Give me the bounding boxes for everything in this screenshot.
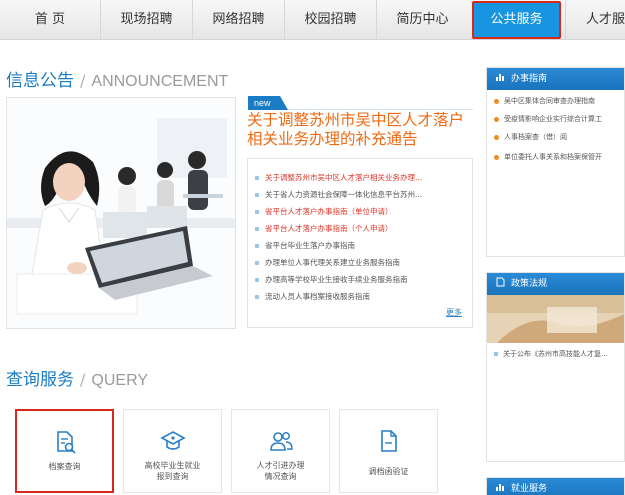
arrow-bullet-icon <box>494 98 499 104</box>
office-workers-illustration <box>7 98 235 328</box>
policy-item-text: 关于公布《苏州市高技能人才复... <box>503 350 608 358</box>
users-icon <box>269 432 293 451</box>
card-label: 人才引进办理 <box>256 461 305 470</box>
bullet-icon <box>255 278 259 282</box>
announcement-item-text: 省平台人才落户办事指南（个人申请） <box>265 224 393 233</box>
announcement-item[interactable]: 省平台毕业生落户办事指南 <box>255 240 355 251</box>
announcement-item-text: 省平台人才落户办事指南（单位申请） <box>265 207 393 216</box>
card-label: 档案查询 <box>48 462 81 471</box>
announcement-headline[interactable]: 关于调整苏州市吴中区人才落户相关业务办理的补充通告 <box>247 111 477 149</box>
guide-panel: 办事指南 吴中区集体合同审查办理指南 受疫情影响企业实行综合计算工 人事档案查（… <box>486 67 625 257</box>
graduation-cap-icon <box>159 431 186 450</box>
announcement-item-text: 关于省人力资源社会保障一体化信息平台苏州... <box>265 190 423 199</box>
guide-item[interactable]: 单位委托人事关系和档案保管开 <box>494 152 602 162</box>
guide-item-text: 人事档案查（借）阅 <box>504 133 567 141</box>
bullet-icon <box>255 295 259 299</box>
announcement-item[interactable]: 流动人员人事档案接收服务指南 <box>255 291 370 302</box>
guide-item-text: 受疫情影响企业实行综合计算工 <box>504 115 602 123</box>
chart-icon <box>496 74 504 81</box>
bullet-icon <box>255 261 259 265</box>
bullet-icon <box>255 210 259 214</box>
new-badge: new <box>248 96 288 110</box>
policy-panel-header[interactable]: 政策法规 <box>487 273 624 295</box>
badge-divider <box>288 109 473 110</box>
guide-panel-header[interactable]: 办事指南 <box>487 68 624 90</box>
query-title-en: QUERY <box>91 372 148 389</box>
archive-query-card[interactable]: 档案查询 <box>15 409 114 493</box>
document-icon <box>380 430 397 452</box>
policy-panel: 政策法规 关于公布《苏州市高技能人才复... <box>486 272 625 462</box>
talent-introduction-query-card[interactable]: 人才引进办理 情况查询 <box>231 409 330 493</box>
chart-icon <box>496 484 504 491</box>
guide-panel-title: 办事指南 <box>511 74 548 84</box>
more-link[interactable]: 更多 <box>446 307 462 318</box>
announcement-list: 关于调整苏州市吴中区人才落户相关业务办理... 关于省人力资源社会保障一体化信息… <box>247 158 473 328</box>
policy-banner-image <box>487 295 624 343</box>
nav-item-onsite-recruitment[interactable]: 现场招聘 <box>100 0 192 40</box>
nav-item-public-services[interactable]: 公共服务 <box>472 1 561 39</box>
policy-panel-title: 政策法规 <box>511 279 548 289</box>
card-label-line2: 情况查询 <box>264 472 297 481</box>
transfer-letter-verification-card[interactable]: 调档函验证 <box>339 409 438 493</box>
announcement-item[interactable]: 办理高等学校毕业生接收手续业务服务指南 <box>255 274 408 285</box>
graduate-employment-query-card[interactable]: 高校毕业生就业 报到查询 <box>123 409 222 493</box>
announcement-item-text: 办理高等学校毕业生接收手续业务服务指南 <box>265 275 408 284</box>
policy-item[interactable]: 关于公布《苏州市高技能人才复... <box>494 349 608 359</box>
announcement-photo <box>6 97 236 329</box>
nav-item-resume-center[interactable]: 简历中心 <box>376 0 468 40</box>
title-separator: / <box>80 370 86 389</box>
query-title-cn: 查询服务 <box>6 370 74 390</box>
announcement-item-text: 办理单位人事代理关系建立业务服务指南 <box>265 258 400 267</box>
announcement-item-text: 流动人员人事档案接收服务指南 <box>265 292 370 301</box>
bullet-icon <box>255 227 259 231</box>
guide-item[interactable]: 受疫情影响企业实行综合计算工 <box>494 114 602 124</box>
document-icon <box>496 277 505 287</box>
bullet-icon <box>255 176 259 180</box>
guide-item-text: 吴中区集体合同审查办理指南 <box>504 97 595 105</box>
arrow-bullet-icon <box>494 134 499 140</box>
arrow-bullet-icon <box>494 116 499 122</box>
employment-panel-header[interactable]: 就业服务 <box>487 478 624 495</box>
announcement-item-text: 省平台毕业生落户办事指南 <box>265 241 355 250</box>
announcement-item[interactable]: 省平台人才落户办事指南（个人申请） <box>255 223 393 234</box>
guide-item[interactable]: 吴中区集体合同审查办理指南 <box>494 96 595 106</box>
query-section-title: 查询服务 / QUERY <box>6 365 148 390</box>
announcement-item[interactable]: 关于省人力资源社会保障一体化信息平台苏州... <box>255 189 422 200</box>
bullet-icon <box>494 352 498 356</box>
main-navigation: 首 页 现场招聘 网络招聘 校园招聘 简历中心 公共服务 人才服务 <box>0 0 625 40</box>
nav-item-campus-recruitment[interactable]: 校园招聘 <box>284 0 376 40</box>
announcement-section-title: 信息公告 / ANNOUNCEMENT <box>6 66 228 91</box>
employment-panel-title: 就业服务 <box>511 484 548 494</box>
arrow-bullet-icon <box>494 154 499 160</box>
guide-item-text: 单位委托人事关系和档案保管开 <box>504 153 602 161</box>
nav-item-talent-services[interactable]: 人才服务 <box>565 0 625 40</box>
bullet-icon <box>255 244 259 248</box>
announcement-item[interactable]: 省平台人才落户办事指南（单位申请） <box>255 206 393 217</box>
guide-item[interactable]: 人事档案查（借）阅 <box>494 132 567 142</box>
bullet-icon <box>255 193 259 197</box>
announcement-title-cn: 信息公告 <box>6 71 74 91</box>
file-search-icon <box>56 431 76 454</box>
title-separator: / <box>80 71 86 90</box>
card-label-line2: 报到查询 <box>156 472 189 481</box>
announcement-title-en: ANNOUNCEMENT <box>91 73 229 90</box>
card-label: 调档函验证 <box>368 467 409 476</box>
employment-panel: 就业服务 <box>486 477 625 495</box>
announcement-item[interactable]: 关于调整苏州市吴中区人才落户相关业务办理... <box>255 172 422 183</box>
nav-item-online-recruitment[interactable]: 网络招聘 <box>192 0 284 40</box>
announcement-item[interactable]: 办理单位人事代理关系建立业务服务指南 <box>255 257 400 268</box>
card-label: 高校毕业生就业 <box>144 461 201 470</box>
nav-item-home[interactable]: 首 页 <box>0 0 100 40</box>
announcement-item-text: 关于调整苏州市吴中区人才落户相关业务办理... <box>265 173 423 182</box>
